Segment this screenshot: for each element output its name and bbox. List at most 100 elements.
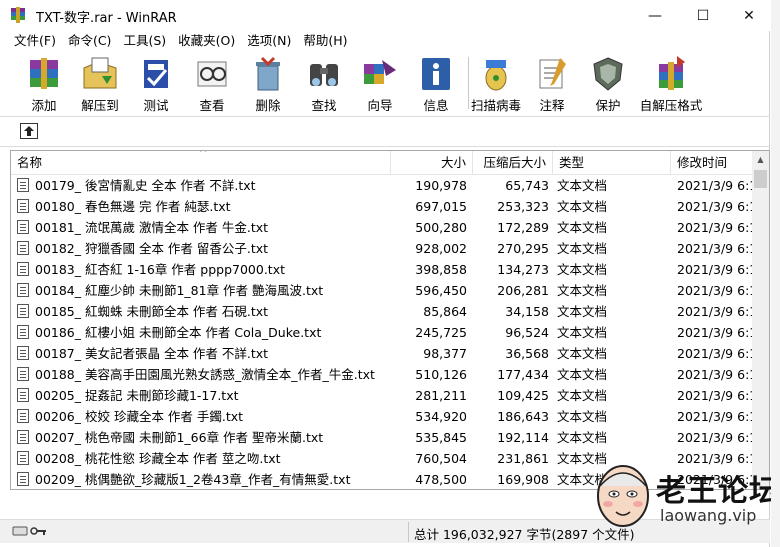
file-name: 00205_ 捉姦記 未刪節珍藏1-17.txt <box>17 385 397 406</box>
wizard-button[interactable]: 向导 <box>352 53 408 115</box>
add-button[interactable]: 添加 <box>16 53 72 115</box>
file-packed-size: 206,281 <box>497 283 549 298</box>
vertical-scrollbar[interactable]: ▲ <box>752 151 769 489</box>
toolbar: 添加 解压到 测试 查看 删除 查找 向导 信息 扫描病毒 注释 保护 自解压格… <box>10 53 770 115</box>
file-row[interactable]: 00186_ 紅樓小姐 未刪節全本 作者 Cola_Duke.txt 245,72… <box>11 322 757 343</box>
file-row[interactable]: 00206_ 校姣 珍藏全本 作者 手鐲.txt 534,920 186,643 文本… <box>11 406 757 427</box>
file-type: 文本文档 <box>557 346 608 361</box>
test-button[interactable]: 测试 <box>128 53 184 115</box>
scroll-thumb[interactable] <box>754 170 767 188</box>
column-header-packed[interactable]: 压缩后大小 <box>473 151 553 175</box>
sort-ascending-icon: ^ <box>199 150 208 159</box>
file-type: 文本文档 <box>557 325 608 340</box>
up-arrow-icon <box>24 126 34 136</box>
protect-button[interactable]: 保护 <box>580 53 636 115</box>
test-icon <box>144 60 168 88</box>
file-row[interactable]: 00179_ 後宮情亂史 全本 作者 不詳.txt 190,978 65,743 文本… <box>11 175 757 196</box>
text-file-icon <box>17 304 29 318</box>
file-row[interactable]: 00181_ 流氓萬歲 激情全本 作者 牛金.txt 500,280 172,289… <box>11 217 757 238</box>
file-size: 534,920 <box>415 409 467 424</box>
file-packed-size: 177,434 <box>497 367 549 382</box>
maximize-button[interactable]: ☐ <box>680 0 726 31</box>
winrar-window: TXT-数字.rar - WinRAR — ☐ ✕ 文件(F) 命令(C) 工具… <box>0 0 779 547</box>
file-size: 85,864 <box>423 304 467 319</box>
file-modified: 2021/3/9 6:15 <box>677 430 757 445</box>
file-type: 文本文档 <box>557 262 608 277</box>
file-size: 98,377 <box>423 346 467 361</box>
text-file-icon <box>17 220 29 234</box>
text-file-icon <box>17 178 29 192</box>
file-size: 398,858 <box>415 262 467 277</box>
file-name: 00209_ 桃偶艷欲_珍藏版1_2卷43章_作者_有情無愛.txt <box>17 469 397 489</box>
file-row[interactable]: 00184_ 紅塵少帥 未刪節1_81章 作者 艷海風波.txt 596,450 2… <box>11 280 757 301</box>
sfx-button[interactable]: 自解压格式 <box>636 53 706 115</box>
file-row[interactable]: 00180_ 春色無邊 完 作者 純瑟.txt 697,015 253,323 文本文… <box>11 196 757 217</box>
file-packed-size: 253,323 <box>497 199 549 214</box>
column-header-modified[interactable]: 修改时间 <box>671 151 754 175</box>
view-button[interactable]: 查看 <box>184 53 240 115</box>
file-packed-size: 169,908 <box>497 472 549 487</box>
file-size: 760,504 <box>415 451 467 466</box>
file-type: 文本文档 <box>557 241 608 256</box>
menu-help[interactable]: 帮助(H) <box>297 31 353 51</box>
view-icon <box>197 61 227 87</box>
virus-scan-icon <box>485 60 507 91</box>
file-type: 文本文档 <box>557 367 608 382</box>
text-file-icon <box>17 262 29 276</box>
file-name: 00181_ 流氓萬歲 激情全本 作者 牛金.txt <box>17 217 397 238</box>
virus-scan-button[interactable]: 扫描病毒 <box>468 53 524 115</box>
menu-commands[interactable]: 命令(C) <box>62 31 117 51</box>
file-type: 文本文档 <box>557 283 608 298</box>
find-icon <box>310 64 338 86</box>
column-header-size[interactable]: 大小 <box>391 151 473 175</box>
menu-favorites[interactable]: 收藏夹(O) <box>172 31 241 51</box>
file-packed-size: 186,643 <box>497 409 549 424</box>
file-packed-size: 36,568 <box>505 346 549 361</box>
text-file-icon <box>17 451 29 465</box>
add-archive-icon <box>30 58 58 89</box>
extract-to-button[interactable]: 解压到 <box>72 53 128 115</box>
file-row[interactable]: 00188_ 美容高手田園風光熟女誘惑_激情全本_作者_牛金.txt 510,12… <box>11 364 757 385</box>
file-row[interactable]: 00182_ 狩獵香國 全本 作者 留香公子.txt 928,002 270,295… <box>11 238 757 259</box>
find-button[interactable]: 查找 <box>296 53 352 115</box>
file-type: 文本文档 <box>557 409 608 424</box>
column-header-type[interactable]: 类型 <box>553 151 671 175</box>
up-folder-button[interactable] <box>20 123 38 139</box>
scroll-up-icon[interactable]: ▲ <box>752 151 769 168</box>
mascot-face-icon <box>597 465 649 527</box>
file-name: 00185_ 紅蜘蛛 未刪節全本 作者 石硯.txt <box>17 301 397 322</box>
file-name: 00208_ 桃花性慾 珍藏全本 作者 莖之吻.txt <box>17 448 397 469</box>
protect-icon <box>593 57 623 91</box>
sfx-icon <box>659 56 685 90</box>
file-modified: 2021/3/9 6:15 <box>677 367 757 382</box>
text-file-icon <box>17 388 29 402</box>
file-modified: 2021/3/9 6:15 <box>677 388 757 403</box>
file-modified: 2021/3/9 6:15 <box>677 325 757 340</box>
menu-file[interactable]: 文件(F) <box>8 31 62 51</box>
file-row[interactable]: 00187_ 美女記者張晶 全本 作者 不詳.txt 98,377 36,568 文本… <box>11 343 757 364</box>
info-button[interactable]: 信息 <box>408 53 464 115</box>
file-row[interactable]: 00207_ 桃色帝國 未刪節1_66章 作者 聖帝米蘭.txt 535,845 1… <box>11 427 757 448</box>
file-size: 190,978 <box>415 178 467 193</box>
drive-key-icon <box>12 526 46 536</box>
minimize-button[interactable]: — <box>632 0 678 31</box>
file-size: 245,725 <box>415 325 467 340</box>
file-row[interactable]: 00185_ 紅蜘蛛 未刪節全本 作者 石硯.txt 85,864 34,158 文本… <box>11 301 757 322</box>
file-modified: 2021/3/9 6:15 <box>677 262 757 277</box>
comment-button[interactable]: 注释 <box>524 53 580 115</box>
file-name: 00187_ 美女記者張晶 全本 作者 不詳.txt <box>17 343 397 364</box>
file-row[interactable]: 00183_ 紅杏紅 1-16章 作者 pppp7000.txt 398,858 1… <box>11 259 757 280</box>
file-name: 00184_ 紅塵少帥 未刪節1_81章 作者 艷海風波.txt <box>17 280 397 301</box>
file-modified: 2021/3/9 6:15 <box>677 220 757 235</box>
text-file-icon <box>17 241 29 255</box>
menu-tools[interactable]: 工具(S) <box>117 31 172 51</box>
close-button[interactable]: ✕ <box>726 0 772 31</box>
file-type: 文本文档 <box>557 430 608 445</box>
delete-button[interactable]: 删除 <box>240 53 296 115</box>
file-row[interactable]: 00205_ 捉姦記 未刪節珍藏1-17.txt 281,211 109,425 文本… <box>11 385 757 406</box>
background-window-edge <box>771 0 780 547</box>
file-size: 928,002 <box>415 241 467 256</box>
close-icon: ✕ <box>743 7 755 24</box>
file-size: 500,280 <box>415 220 467 235</box>
menu-options[interactable]: 选项(N) <box>241 31 297 51</box>
